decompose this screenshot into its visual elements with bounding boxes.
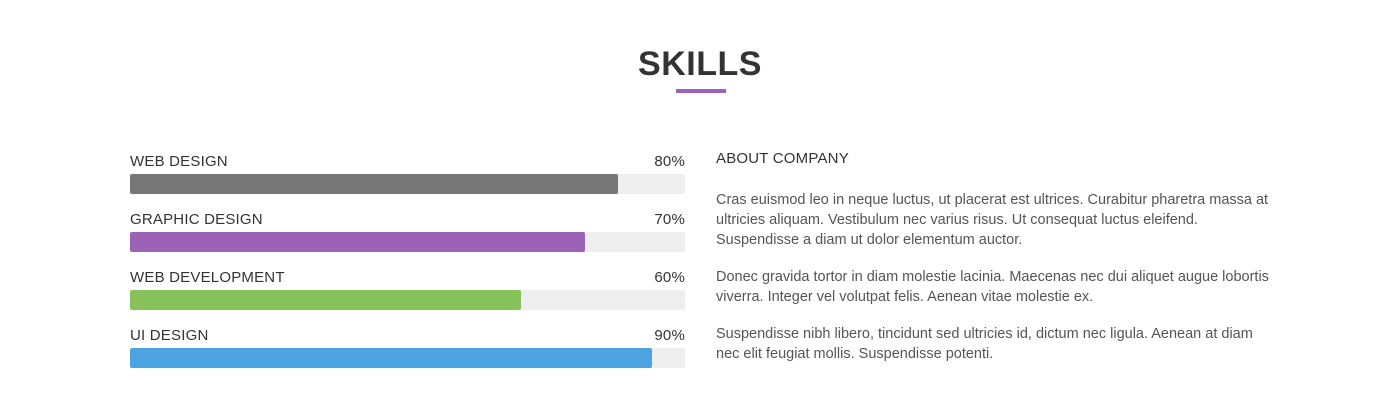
skill-progress-track — [130, 290, 685, 310]
title-underline — [676, 89, 726, 93]
skill-percent: 70% — [654, 211, 685, 228]
about-paragraph: Donec gravida tortor in diam molestie la… — [716, 269, 1269, 305]
skill-progress-track — [130, 232, 685, 252]
about-paragraph: Suspendisse nibh libero, tincidunt sed u… — [716, 326, 1253, 362]
about-paragraph: Cras euismod leo in neque luctus, ut pla… — [716, 192, 1269, 248]
skill-name: WEB DEVELOPMENT — [130, 269, 285, 286]
skill-percent: 90% — [654, 327, 685, 344]
skills-list: WEB DESIGN 80% GRAPHIC DESIGN 70% WEB DE… — [130, 148, 685, 380]
skill-progress-fill — [130, 348, 652, 368]
skill-name: UI DESIGN — [130, 327, 209, 344]
skill-progress-fill — [130, 174, 619, 194]
about-title: ABOUT COMPANY — [716, 150, 849, 167]
skill-item: WEB DEVELOPMENT 60% — [130, 264, 685, 322]
skill-progress-track — [130, 174, 685, 194]
skill-item: WEB DESIGN 80% — [130, 148, 685, 206]
skill-item: UI DESIGN 90% — [130, 322, 685, 380]
section-title: SKILLS — [638, 45, 762, 83]
skill-item: GRAPHIC DESIGN 70% — [130, 206, 685, 264]
skill-percent: 60% — [654, 269, 685, 286]
skill-progress-fill — [130, 290, 522, 310]
skill-name: WEB DESIGN — [130, 153, 228, 170]
skill-progress-fill — [130, 232, 586, 252]
skill-progress-track — [130, 348, 685, 368]
about-company: ABOUT COMPANY Cras euismod leo in neque … — [716, 148, 1276, 381]
skill-percent: 80% — [654, 153, 685, 170]
skill-name: GRAPHIC DESIGN — [130, 211, 263, 228]
